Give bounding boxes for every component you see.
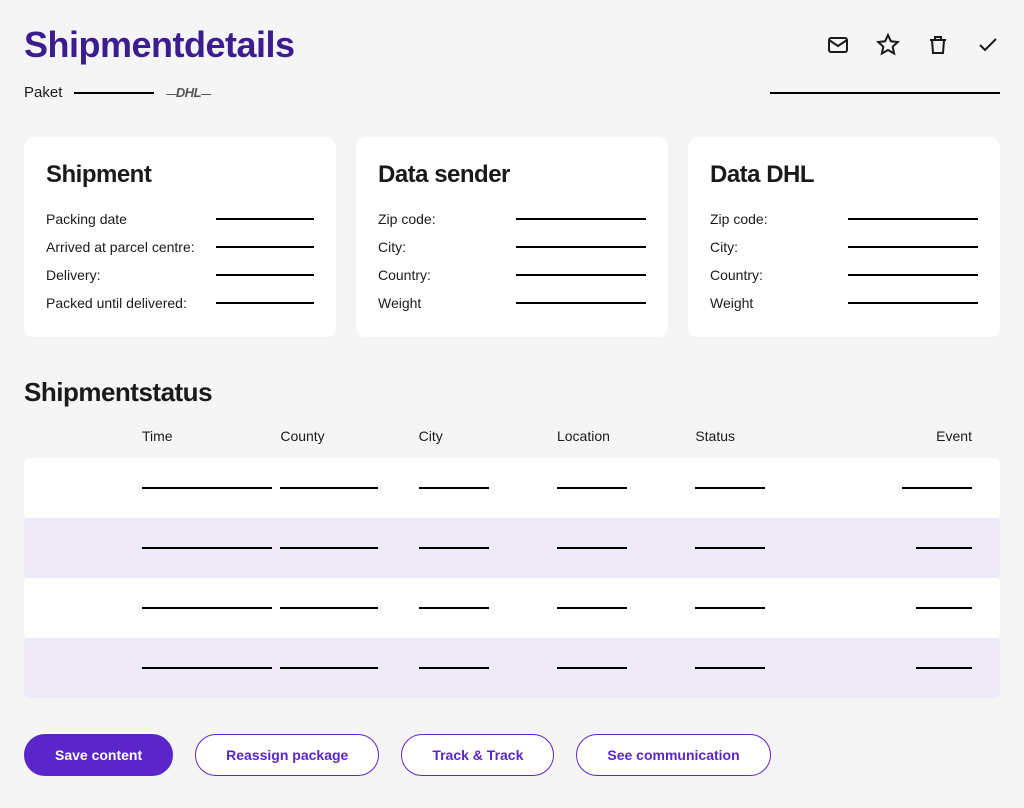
cell-placeholder (142, 667, 272, 669)
table-row (24, 638, 1000, 698)
cell-placeholder (695, 667, 765, 669)
table-row (24, 578, 1000, 638)
label: Weight (378, 295, 421, 311)
label: Packed until delivered: (46, 295, 187, 311)
col-time: Time (142, 428, 280, 444)
status-table: Time County City Location Status Event (24, 428, 1000, 698)
kv-country: Country: (378, 267, 646, 283)
cell-placeholder (695, 607, 765, 609)
value-placeholder (516, 302, 646, 304)
value-placeholder (848, 246, 978, 248)
cell-placeholder (557, 547, 627, 549)
label: Weight (710, 295, 753, 311)
cell-placeholder (280, 607, 378, 609)
label: Country: (378, 267, 431, 283)
meta-right-placeholder (770, 92, 1000, 94)
cell-placeholder (419, 547, 489, 549)
page-title: Shipmentdetails (24, 24, 295, 66)
label: City: (378, 239, 406, 255)
cell-placeholder (557, 667, 627, 669)
value-placeholder (848, 274, 978, 276)
cell-placeholder (695, 547, 765, 549)
label: City: (710, 239, 738, 255)
cell-placeholder (280, 487, 378, 489)
card-sender-title: Data sender (378, 161, 646, 189)
cell-placeholder (557, 487, 627, 489)
status-section-title: Shipmentstatus (24, 377, 1000, 408)
label: Arrived at parcel centre: (46, 239, 195, 255)
table-row (24, 458, 1000, 518)
meta-row: Paket —DHL— (24, 84, 1000, 101)
cell-placeholder (142, 487, 272, 489)
kv-packed-until: Packed until delivered: (46, 295, 314, 311)
kv-city: City: (710, 239, 978, 255)
cell-placeholder (557, 607, 627, 609)
label: Delivery: (46, 267, 100, 283)
col-city: City (419, 428, 557, 444)
cell-placeholder (902, 487, 972, 489)
cell-placeholder (280, 667, 378, 669)
cell-placeholder (142, 607, 272, 609)
value-placeholder (216, 246, 314, 248)
value-placeholder (848, 302, 978, 304)
packet-label: Paket (24, 84, 62, 101)
cell-placeholder (419, 487, 489, 489)
table-header: Time County City Location Status Event (24, 428, 1000, 458)
value-placeholder (848, 218, 978, 220)
cell-placeholder (280, 547, 378, 549)
col-status: Status (695, 428, 833, 444)
card-shipment-title: Shipment (46, 161, 314, 189)
label: Country: (710, 267, 763, 283)
info-cards: Shipment Packing date Arrived at parcel … (24, 137, 1000, 337)
cell-placeholder (916, 607, 972, 609)
kv-zip: Zip code: (378, 211, 646, 227)
cell-placeholder (142, 547, 272, 549)
kv-zip: Zip code: (710, 211, 978, 227)
cell-placeholder (916, 667, 972, 669)
value-placeholder (216, 302, 314, 304)
star-icon[interactable] (876, 33, 900, 57)
label: Zip code: (710, 211, 768, 227)
footer-actions: Save content Reassign package Track & Tr… (24, 734, 1000, 776)
kv-country: Country: (710, 267, 978, 283)
carrier-logo: —DHL— (166, 85, 210, 100)
cell-placeholder (695, 487, 765, 489)
reassign-button[interactable]: Reassign package (195, 734, 379, 776)
label: Packing date (46, 211, 127, 227)
save-button[interactable]: Save content (24, 734, 173, 776)
card-dhl: Data DHL Zip code: City: Country: Weight (688, 137, 1000, 337)
value-placeholder (216, 218, 314, 220)
card-sender: Data sender Zip code: City: Country: Wei… (356, 137, 668, 337)
cell-placeholder (419, 667, 489, 669)
kv-city: City: (378, 239, 646, 255)
communication-button[interactable]: See communication (576, 734, 770, 776)
header-actions (826, 33, 1000, 57)
kv-weight: Weight (378, 295, 646, 311)
kv-packing-date: Packing date (46, 211, 314, 227)
value-placeholder (516, 246, 646, 248)
kv-delivery: Delivery: (46, 267, 314, 283)
table-row (24, 518, 1000, 578)
track-button[interactable]: Track & Track (401, 734, 554, 776)
kv-arrived: Arrived at parcel centre: (46, 239, 314, 255)
value-placeholder (216, 274, 314, 276)
kv-weight: Weight (710, 295, 978, 311)
page-header: Shipmentdetails (24, 24, 1000, 66)
cell-placeholder (916, 547, 972, 549)
value-placeholder (516, 218, 646, 220)
card-shipment: Shipment Packing date Arrived at parcel … (24, 137, 336, 337)
col-event: Event (834, 428, 972, 444)
trash-icon[interactable] (926, 33, 950, 57)
meta-left: Paket —DHL— (24, 84, 211, 101)
value-placeholder (516, 274, 646, 276)
cell-placeholder (419, 607, 489, 609)
packet-id-placeholder (74, 92, 154, 94)
card-dhl-title: Data DHL (710, 161, 978, 189)
mail-icon[interactable] (826, 33, 850, 57)
col-county: County (280, 428, 418, 444)
label: Zip code: (378, 211, 436, 227)
col-location: Location (557, 428, 695, 444)
check-icon[interactable] (976, 33, 1000, 57)
